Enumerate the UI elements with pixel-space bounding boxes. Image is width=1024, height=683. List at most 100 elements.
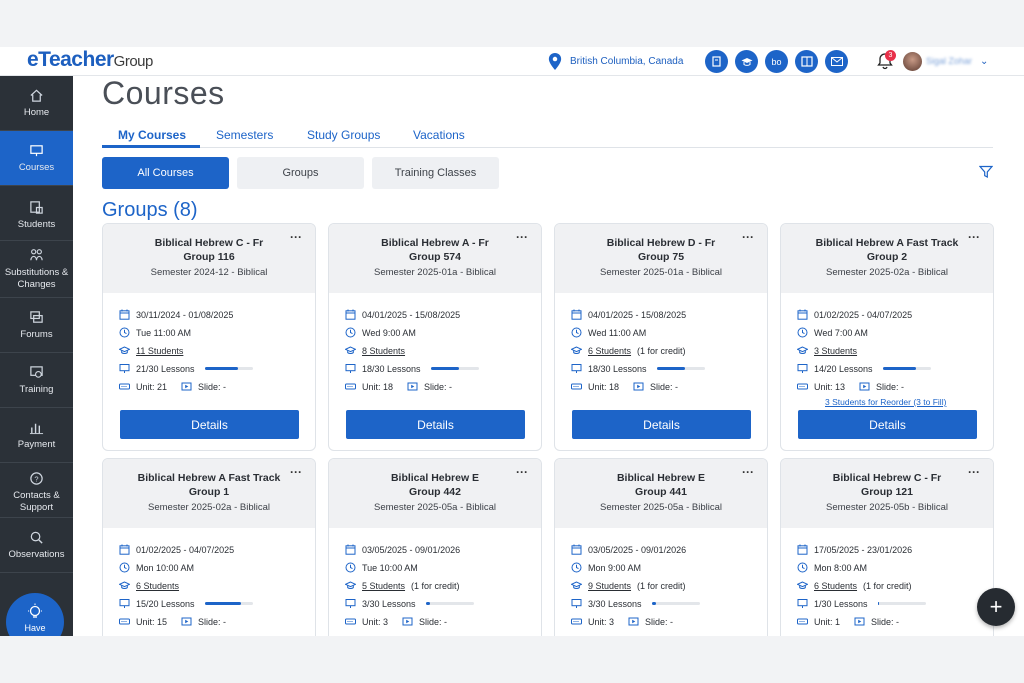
filter-groups-button[interactable]: Groups (237, 157, 364, 189)
sidebar-item-home[interactable]: Home (0, 76, 73, 131)
groups-title: Groups (8) (102, 199, 198, 221)
more-options-icon[interactable]: ··· (290, 465, 302, 479)
tab-my-courses[interactable]: My Courses (118, 128, 186, 142)
calendar-icon (797, 544, 808, 555)
slide-value: Slide: - (645, 616, 674, 627)
students-extra: (1 for credit) (863, 580, 912, 591)
group-name: Group 1 (188, 486, 230, 498)
dates-row: 03/05/2025 - 09/01/2026 (345, 544, 460, 555)
more-options-icon[interactable]: ··· (516, 465, 528, 479)
book-icon[interactable] (705, 50, 728, 73)
lessons-progress-bar (204, 602, 253, 605)
location-label: British Columbia, Canada (570, 56, 684, 67)
graduation-cap-icon[interactable] (735, 50, 758, 73)
tab-vacations[interactable]: Vacations (413, 128, 465, 142)
students-link[interactable]: 6 Students (588, 346, 631, 356)
course-card: Biblical Hebrew E Group 441 Semester 202… (554, 458, 768, 636)
sidebar-item-label: Substitutions & Changes (4, 267, 69, 290)
more-options-icon[interactable]: ··· (968, 465, 980, 479)
lessons-progress-fill (425, 602, 431, 605)
course-card: Biblical Hebrew A - Fr Group 574 Semeste… (328, 223, 542, 451)
card-header: Biblical Hebrew A Fast Track Group 1 Sem… (103, 459, 315, 528)
mail-icon[interactable] (825, 50, 848, 73)
students-link[interactable]: 11 Students (136, 346, 183, 356)
students-row: 3 Students (797, 345, 863, 356)
sidebar-item-observations[interactable]: Observations (0, 518, 73, 573)
filter-all-courses-button[interactable]: All Courses (102, 157, 229, 189)
lessons-row: 18/30 Lessons (571, 363, 705, 374)
avatar[interactable] (903, 52, 922, 71)
header-icon-group: bo (705, 50, 848, 73)
students-row: 5 Students (1 for credit) (345, 580, 460, 591)
unit-row: Unit: 3 Slide: - (345, 616, 447, 627)
tab-semesters[interactable]: Semesters (216, 128, 273, 142)
students-link[interactable]: 3 Students (814, 346, 857, 356)
sidebar-item-students[interactable]: Students (0, 186, 73, 241)
time-row: Mon 8:00 AM (797, 562, 867, 573)
sidebar-item-label: Home (23, 107, 50, 118)
more-options-icon[interactable]: ··· (516, 230, 528, 244)
calendar-icon (345, 544, 356, 555)
sidebar-item-substitutions[interactable]: Substitutions & Changes (0, 241, 73, 298)
add-button[interactable]: + (977, 588, 1015, 626)
lessons-progress-fill (656, 367, 686, 370)
time-row: Mon 10:00 AM (119, 562, 194, 573)
slide-icon (402, 617, 413, 626)
semester-label: Semester 2025-02a - Biblical (148, 502, 270, 513)
bo-icon[interactable]: bo (765, 50, 788, 73)
students-link[interactable]: 9 Students (588, 581, 631, 591)
unit-row: Unit: 18 Slide: - (345, 381, 452, 392)
tab-study-groups[interactable]: Study Groups (307, 128, 380, 142)
user-name[interactable]: Sigal Zohar (926, 56, 972, 66)
lessons-monitor-icon (119, 599, 130, 608)
students-link[interactable]: 6 Students (814, 581, 857, 591)
sidebar-item-training[interactable]: Training (0, 353, 73, 408)
sidebar-item-label: Payment (17, 439, 56, 450)
calendar-icon (571, 544, 582, 555)
course-name: Biblical Hebrew A Fast Track (815, 237, 959, 249)
unit-icon (119, 383, 130, 390)
payment-icon (29, 423, 44, 435)
sidebar-item-forums[interactable]: Forums (0, 298, 73, 353)
details-button[interactable]: Details (572, 410, 751, 439)
substitutions-icon (30, 249, 43, 261)
more-options-icon[interactable]: ··· (968, 230, 980, 244)
slide-value: Slide: - (198, 616, 227, 627)
students-link[interactable]: 5 Students (362, 581, 405, 591)
chevron-down-icon[interactable]: ⌄ (980, 56, 988, 67)
slide-icon (859, 382, 870, 391)
slide-icon (633, 382, 644, 391)
sidebar-item-support[interactable]: ? Contacts & Support (0, 463, 73, 518)
lessons-value: 18/30 Lessons (362, 363, 421, 374)
filter-training-classes-button[interactable]: Training Classes (372, 157, 499, 189)
more-options-icon[interactable]: ··· (290, 230, 302, 244)
reorder-link[interactable]: 3 Students for Reorder (3 to Fill) (825, 397, 946, 407)
more-options-icon[interactable]: ··· (742, 465, 754, 479)
details-button[interactable]: Details (120, 410, 299, 439)
logo-main: eTeacher (27, 48, 114, 71)
sidebar: Home Courses Students Substitutions & Ch… (0, 76, 73, 636)
etiacher-logo[interactable]: eTeacherGroup (27, 48, 153, 72)
details-button[interactable]: Details (346, 410, 525, 439)
semester-label: Semester 2025-01a - Biblical (600, 267, 722, 278)
calendar-icon (571, 309, 582, 320)
sidebar-item-courses[interactable]: Courses (0, 131, 73, 186)
filter-icon[interactable] (979, 165, 993, 179)
observations-icon (30, 531, 43, 544)
more-options-icon[interactable]: ··· (742, 230, 754, 244)
details-button[interactable]: Details (798, 410, 977, 439)
clock-icon (571, 562, 582, 573)
sidebar-item-label: Contacts & Support (13, 490, 60, 513)
students-row: 6 Students (119, 580, 185, 591)
document-icon[interactable] (795, 50, 818, 73)
have-idea-button[interactable]: Have (6, 593, 64, 636)
students-link[interactable]: 8 Students (362, 346, 405, 356)
slide-value: Slide: - (198, 381, 227, 392)
lessons-progress-bar (882, 367, 931, 370)
unit-icon (571, 618, 582, 625)
sidebar-item-payment[interactable]: Payment (0, 408, 73, 463)
location-selector[interactable]: British Columbia, Canada (548, 53, 683, 70)
students-link[interactable]: 6 Students (136, 581, 179, 591)
slide-icon (181, 617, 192, 626)
unit-value: Unit: 3 (588, 616, 615, 627)
